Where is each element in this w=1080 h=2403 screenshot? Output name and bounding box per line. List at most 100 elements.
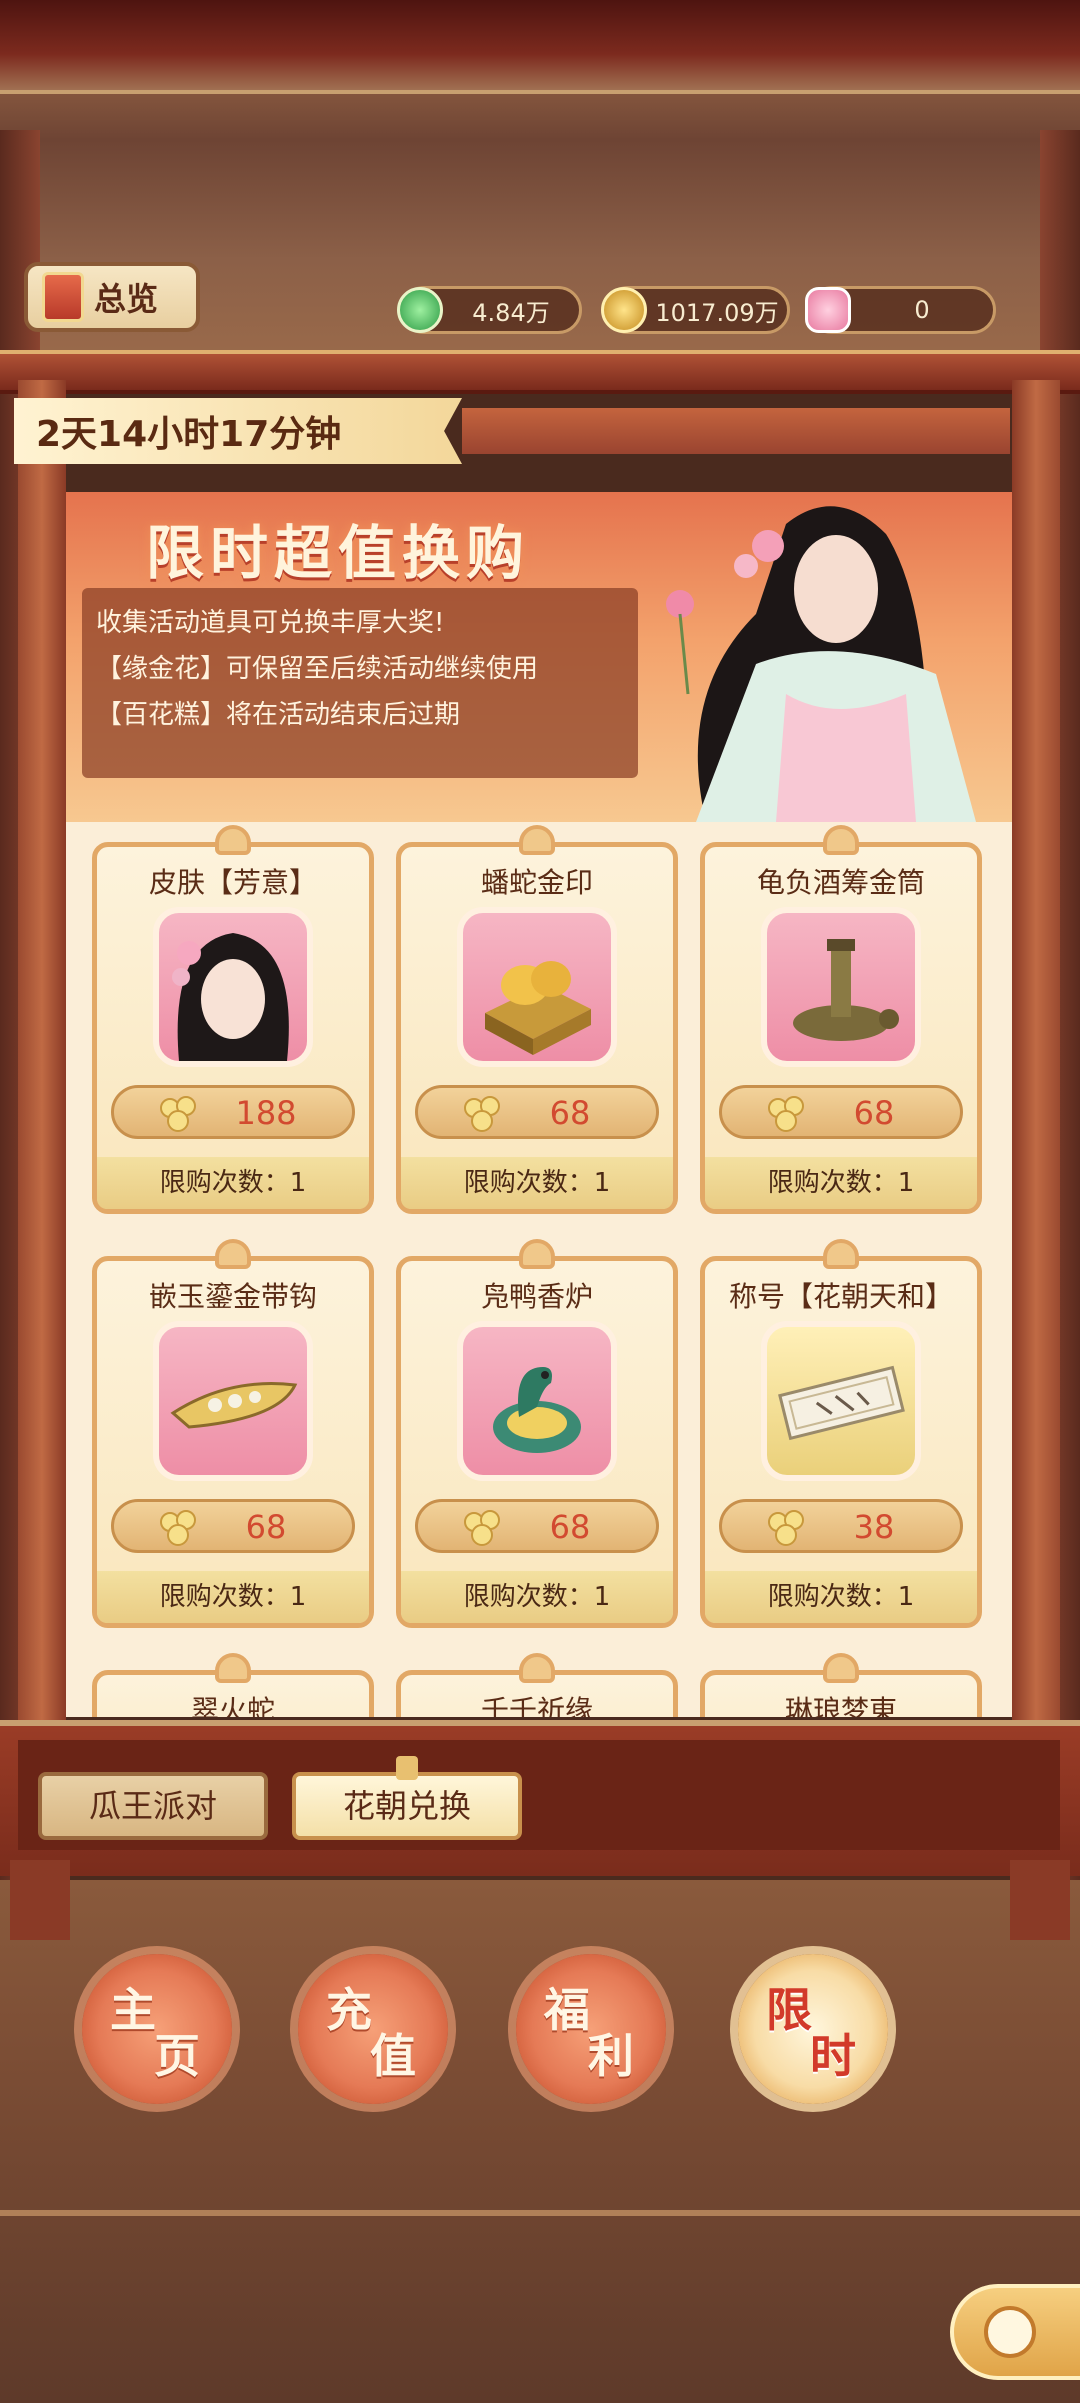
floor-divider [0,2210,1080,2216]
price-tag: 68 [415,1499,659,1553]
frame-top-beam [0,350,1080,394]
nav-label-bottom: 时 [810,2029,856,2083]
flower-cake-icon [805,287,851,333]
purchase-limit: 限购次数：1 [705,1157,977,1209]
golden-flower-icon [768,1096,804,1132]
resource-copper: 1017.09万 [601,286,790,334]
subtab-label: 瓜王派对 [88,1787,217,1825]
price-tag: 68 [719,1085,963,1139]
heroine-portrait [666,506,976,822]
event-title: 限时超值换购 [146,519,531,587]
golden-flower-icon [464,1510,500,1546]
book-icon [42,272,84,322]
frame-foot-left [10,1860,70,1940]
subtab-label: 花朝兑换 [342,1787,471,1825]
purchase-limit: 限购次数：1 [97,1157,369,1209]
item-card[interactable]: 翠火蛇 [92,1653,374,1717]
card-tab [823,1239,859,1269]
price-tag: 68 [111,1499,355,1553]
copper-coin-icon [601,287,647,333]
item-card[interactable]: 称号【花朝天和】 38 限购次数：1 [700,1239,982,1628]
turtle-vessel-icon [761,907,921,1067]
price-value: 188 [235,1094,297,1132]
item-name: 凫鸭香炉 [480,1280,593,1313]
gold-seal-icon [457,907,617,1067]
back-button[interactable] [950,2284,1080,2380]
price-tag: 188 [111,1085,355,1139]
jade-belt-hook-icon [153,1321,313,1481]
subtab-flower-exchange[interactable]: 花朝兑换 [292,1756,522,1840]
nav-recharge-button[interactable]: 充 值 [298,1954,448,2104]
item-card[interactable]: 皮肤【芳意】 188 限购次数：1 [92,825,374,1214]
card-tab [215,1653,251,1683]
title-scroll-icon [761,1321,921,1481]
resource-value: 1017.09万 [655,298,779,327]
resource-value: 4.84万 [472,298,550,327]
card-tab [519,1239,555,1269]
back-arrow-icon [984,2306,1036,2358]
golden-flower-icon [160,1510,196,1546]
item-card[interactable]: 凫鸭香炉 68 限购次数：1 [396,1239,678,1628]
purchase-limit: 限购次数：1 [97,1571,369,1623]
item-card[interactable]: 琳琅梦東 [700,1653,982,1717]
purchase-limit: 限购次数：1 [401,1157,673,1209]
item-name: 琳琅梦東 [784,1694,897,1717]
resource-flower-cake: 0 [805,286,996,334]
frame-top-strip [462,408,1010,454]
nav-label-top: 限 [766,1983,812,2037]
price-value: 68 [245,1508,287,1546]
card-tab [519,825,555,855]
nav-welfare-button[interactable]: 福 利 [516,1954,666,2104]
frame-foot-right [1010,1860,1070,1940]
nav-limited-button[interactable]: 限 时 [738,1954,888,2104]
nav-label-top: 充 [326,1983,372,2037]
price-value: 68 [853,1094,895,1132]
roof-eave [0,0,1080,94]
item-card[interactable]: 龟负酒筹金筒 68 限购次数：1 [700,825,982,1214]
golden-flower-icon [160,1096,196,1132]
card-tab [823,1653,859,1683]
resource-value: 0 [914,296,930,324]
description-line: 收集活动道具可兑换丰厚大奖! [96,608,445,638]
golden-flower-icon [768,1510,804,1546]
tab-hanger [396,1756,418,1780]
item-name: 嵌玉鎏金带钩 [148,1280,317,1313]
item-card[interactable]: 蟠蛇金印 68 限购次数：1 [396,825,678,1214]
frame-right-post [1012,380,1060,1720]
event-description: 收集活动道具可兑换丰厚大奖! 【缘金花】可保留至后续活动继续使用 【百花糕】将在… [82,588,638,778]
event-banner: 限时超值换购 收集活动道具可兑换丰厚大奖! 【缘金花】可保留至后续活动继续使用 … [66,492,1012,822]
item-name: 千千祈缘 [480,1694,593,1717]
nav-label-top: 主 [110,1983,156,2037]
item-name: 称号【花朝天和】 [728,1280,953,1313]
price-tag: 38 [719,1499,963,1553]
nav-label-bottom: 值 [370,2029,416,2083]
item-card[interactable]: 嵌玉鎏金带钩 68 限购次数：1 [92,1239,374,1628]
price-value: 68 [549,1094,591,1132]
price-value: 68 [549,1508,591,1546]
description-line: 【缘金花】可保留至后续活动继续使用 [96,654,539,684]
card-tab [823,825,859,855]
skin-portrait-icon [153,907,313,1067]
exchange-panel[interactable]: 限时超值换购 收集活动道具可兑换丰厚大奖! 【缘金花】可保留至后续活动继续使用 … [66,492,1012,1717]
purchase-limit: 限购次数：1 [705,1571,977,1623]
card-tab [215,1239,251,1269]
card-tab [215,825,251,855]
price-value: 38 [853,1508,895,1546]
item-name: 翠火蛇 [190,1694,275,1717]
price-tag: 68 [415,1085,659,1139]
card-tab [519,1653,555,1683]
countdown-text: 2天14小时17分钟 [36,414,342,455]
overview-button[interactable]: 总览 [24,262,200,332]
nav-label-bottom: 页 [154,2029,200,2083]
subtab-melon-party[interactable]: 瓜王派对 [38,1772,268,1840]
frame-left-post [18,380,66,1720]
resource-jade: 4.84万 [397,286,582,334]
item-name: 皮肤【芳意】 [148,866,317,899]
jade-coin-icon [397,287,443,333]
purchase-limit: 限购次数：1 [401,1571,673,1623]
item-card[interactable]: 千千祈缘 [396,1653,678,1717]
item-name: 蟠蛇金印 [480,866,593,899]
nav-home-button[interactable]: 主 页 [82,1954,232,2104]
golden-flower-icon [464,1096,500,1132]
nav-label-bottom: 利 [588,2029,634,2083]
